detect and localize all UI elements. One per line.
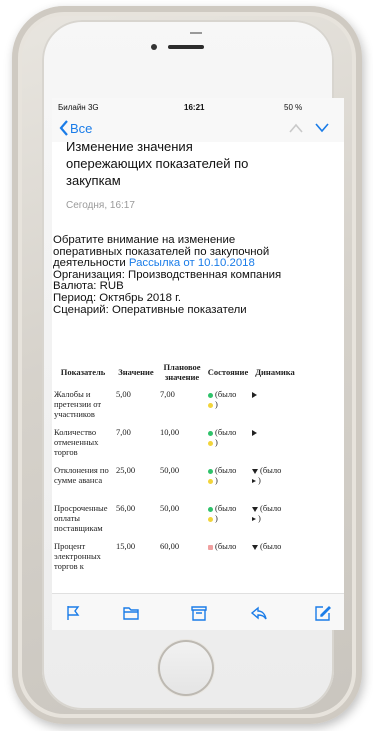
header-state: Состояние — [207, 367, 249, 377]
cell-plan: 50,00 — [160, 465, 180, 475]
archive-icon[interactable] — [190, 604, 208, 622]
home-button[interactable] — [158, 640, 214, 696]
cell-value: 5,00 — [116, 389, 131, 399]
carrier-label: Билайн 3G — [58, 103, 99, 112]
cell-dynamics: (было) — [250, 502, 300, 540]
green-dot-icon — [208, 468, 213, 474]
cell-state: (было) — [206, 464, 250, 502]
header-value: Значение — [118, 367, 154, 377]
cell-dynamics: (было — [250, 540, 300, 578]
state-text: (было — [215, 389, 237, 399]
yellow-dot-icon — [208, 440, 213, 446]
table-header-row: Показатель Значение Плановое значение Со… — [52, 356, 300, 388]
table-row: Отклонения по сумме аванса 25,00 50,00 (… — [52, 464, 300, 502]
cell-value: 56,00 — [116, 503, 136, 513]
cell-state: (было) — [206, 388, 250, 426]
state-text: (было — [215, 541, 237, 551]
scenario-line: Сценарий: Оперативные показатели — [53, 303, 247, 316]
dynamics-text: (было — [260, 465, 282, 475]
green-dot-icon — [208, 430, 213, 436]
mail-toolbar — [52, 593, 344, 630]
state-text: (было — [215, 465, 237, 475]
earpiece-speaker — [168, 45, 204, 49]
yellow-dot-icon — [208, 516, 213, 522]
dynamics-text: (было — [260, 503, 282, 513]
table-row: Просроченные оплаты поставщикам 56,00 50… — [52, 502, 300, 540]
chevron-left-icon[interactable] — [58, 120, 70, 136]
cell-indicator: Количество отмененных торгов — [54, 427, 99, 457]
clock: 16:21 — [184, 103, 205, 112]
flag-icon[interactable] — [64, 604, 82, 622]
subject-line: Изменение значения — [66, 139, 193, 154]
email-body: Обратите внимание на изменение оперативн… — [53, 234, 344, 316]
yellow-dot-icon — [208, 478, 213, 484]
close-paren: ) — [215, 513, 218, 523]
green-dot-icon — [208, 392, 213, 398]
newsletter-link[interactable]: Рассылка от 10.10.2018 — [129, 257, 255, 269]
cell-value: 15,00 — [116, 541, 136, 551]
cell-state: (было — [206, 540, 250, 578]
cell-dynamics: (было) — [250, 464, 300, 502]
cell-plan: 7,00 — [160, 389, 175, 399]
chevron-up-icon[interactable] — [288, 122, 304, 134]
cell-indicator: Процент электронных торгов к — [54, 541, 101, 571]
triangle-down-icon — [252, 468, 258, 474]
cell-indicator: Просроченные оплаты поставщикам — [54, 503, 108, 533]
triangle-right-icon — [252, 479, 256, 484]
triangle-right-icon — [252, 392, 257, 399]
body-text-prefix: деятельности — [53, 257, 129, 270]
email-subject: Изменение значения опережающих показател… — [66, 138, 336, 189]
triangle-down-icon — [252, 506, 258, 512]
indicators-table: Показатель Значение Плановое значение Со… — [52, 356, 344, 578]
triangle-right-icon — [252, 430, 257, 437]
dynamics-text: (было — [260, 541, 282, 551]
pink-square-icon — [208, 544, 213, 550]
sensor — [190, 32, 202, 34]
compose-icon[interactable] — [314, 604, 332, 622]
close-paren: ) — [215, 475, 218, 485]
triangle-right-icon — [252, 517, 256, 522]
email-date: Сегодня, 16:17 — [66, 200, 135, 211]
cell-state: (было) — [206, 502, 250, 540]
period-line: Период: Октябрь 2018 г. — [53, 291, 182, 304]
green-dot-icon — [208, 506, 213, 512]
folder-icon[interactable] — [122, 604, 140, 622]
header-plan: Плановое значение — [163, 362, 201, 382]
close-paren: ) — [215, 399, 218, 409]
body-line: Обратите внимание на изменение — [53, 234, 236, 246]
battery-label: 50 % — [284, 103, 303, 112]
cell-state: (было) — [206, 426, 250, 464]
triangle-down-icon — [252, 544, 258, 550]
cell-value: 7,00 — [116, 427, 131, 437]
back-button[interactable]: Все — [70, 121, 92, 136]
header-indicator: Показатель — [60, 367, 106, 377]
front-camera — [151, 44, 157, 50]
status-bar: Билайн 3G 16:21 50 % — [52, 98, 344, 116]
cell-indicator: Отклонения по сумме аванса — [54, 465, 109, 485]
close-paren: ) — [258, 475, 261, 485]
cell-plan: 60,00 — [160, 541, 180, 551]
state-text: (было — [215, 427, 237, 437]
cell-dynamics — [250, 426, 300, 464]
cell-value: 25,00 — [116, 465, 136, 475]
chevron-down-icon[interactable] — [314, 122, 330, 134]
cell-plan: 50,00 — [160, 503, 180, 513]
yellow-dot-icon — [208, 402, 213, 408]
state-text: (было — [215, 503, 237, 513]
table-row: Жалобы и претензии от участников 5,00 7,… — [52, 388, 300, 426]
header-dynamics: Динамика — [255, 367, 295, 377]
subject-line: опережающих показателей по — [66, 156, 249, 171]
reply-icon[interactable] — [250, 604, 268, 622]
close-paren: ) — [215, 437, 218, 447]
cell-plan: 10,00 — [160, 427, 180, 437]
cell-dynamics — [250, 388, 300, 426]
table-row: Количество отмененных торгов 7,00 10,00 … — [52, 426, 300, 464]
close-paren: ) — [258, 513, 261, 523]
subject-line: закупкам — [66, 173, 121, 188]
table-row: Процент электронных торгов к 15,00 60,00… — [52, 540, 300, 578]
cell-indicator: Жалобы и претензии от участников — [54, 389, 102, 419]
screen: Билайн 3G 16:21 50 % Все Изменение значе… — [52, 98, 344, 630]
